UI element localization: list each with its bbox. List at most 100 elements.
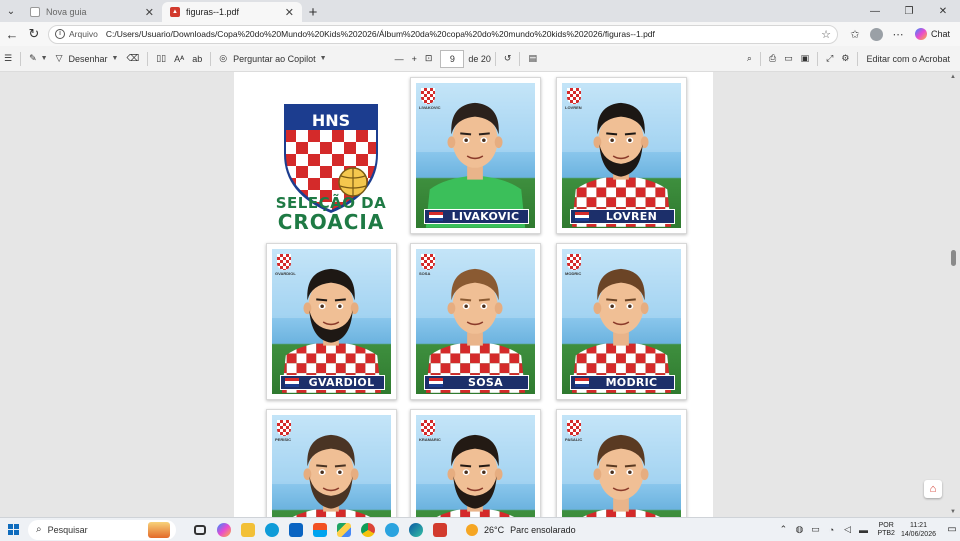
battery-icon[interactable]: ▬ [855,525,871,535]
clock[interactable]: 11:21 14/06/2026 [901,521,936,539]
plus-icon: + [411,53,417,64]
acrobat-icon[interactable]: ⌂ [924,480,942,498]
zoom-out-button[interactable]: — [391,49,408,69]
save-button[interactable]: ▭ [780,49,797,69]
sticker-art: PASALIC [562,415,681,517]
page-number-input[interactable]: 9 [440,49,465,68]
windows-taskbar: ⌕ Pesquisar 26°C Parc ensolarado ⌃ ◍ ▭ ◔… [0,517,960,541]
close-window-icon[interactable]: ✕ [926,0,960,22]
sticker-art: SOSA SOSA [416,249,535,394]
fit-page-icon: ⊡ [424,53,433,63]
page-icon [30,7,40,17]
refresh-button[interactable]: ↻ [24,24,44,44]
edit-acrobat-button[interactable]: Editar com o Acrobat [862,49,954,69]
page-total-label: de 20 [468,53,491,64]
team-title: SELEÇÃO DA CROACIA [264,194,398,232]
highlight-button[interactable]: ✎ ▼ [25,49,51,69]
fullscreen-button[interactable]: ⤢ [822,49,837,69]
pdf-viewer[interactable]: HNS SELEÇÃO DA CROACIA LIVAKOVIC LIVAKOVI… [0,72,960,517]
browser-actions: ✩ ⋯ Chat [844,27,950,41]
telegram-icon[interactable] [380,520,404,540]
clock-date: 14/06/2026 [900,530,936,538]
back-button[interactable]: ← [2,24,22,44]
divider [494,51,496,66]
close-tab-icon[interactable]: ✕ [145,6,154,19]
draw-label: Desenhar [68,53,108,64]
print-button[interactable]: ⎙ [765,49,780,69]
file-explorer-icon[interactable] [236,520,260,540]
pinned-apps [188,520,452,540]
minimize-icon[interactable]: — [858,0,892,22]
url-field[interactable]: i Arquivo C:/Users/Usuario/Downloads/Cop… [48,24,838,44]
close-tab-icon[interactable]: ✕ [285,6,294,19]
ask-copilot-button[interactable]: ◎ Perguntar ao Copilot ▼ [215,49,330,69]
mini-crest-icon [567,254,581,270]
favorites-icon[interactable]: ✩ [844,28,866,41]
window-controls: — ❐ ✕ [858,0,960,22]
chat-icon[interactable]: ◍ [791,524,807,535]
tab-actions-menu-icon[interactable]: ⌄ [0,0,22,22]
read-aloud-button[interactable]: Aᴬ [170,49,188,69]
more-options-icon[interactable]: ⋯ [887,28,909,41]
language-indicator[interactable]: POR PTB2 [877,522,895,538]
save-as-button[interactable]: ▣ [797,49,814,69]
chevron-up-icon[interactable]: ⌃ [775,524,791,535]
search-button[interactable]: ⌕ [743,49,756,69]
croatia-flag-icon [285,378,299,387]
skype-icon[interactable] [260,520,284,540]
croatia-flag-icon [575,378,589,387]
restore-icon[interactable]: ❐ [892,0,926,22]
acrobat-app-icon[interactable] [428,520,452,540]
settings-button[interactable]: ⚙ [837,49,853,69]
search-placeholder: Pesquisar [47,524,88,535]
copilot-icon: ◎ [219,53,228,63]
name-banner: GVARDIOL [280,375,385,390]
scroll-down-icon[interactable]: ▼ [950,509,956,515]
translate-button[interactable]: ab [188,49,206,69]
info-icon[interactable]: i [55,29,65,39]
camera-icon[interactable]: ▭ [807,524,823,535]
drive-icon[interactable] [332,520,356,540]
scrollbar-thumb[interactable] [951,250,956,266]
copilot-chat-button[interactable]: Chat [915,28,950,40]
eraser-button[interactable]: ⌫ [122,49,143,69]
store-icon[interactable] [308,520,332,540]
draw-button[interactable]: ▽ Desenhar ▼ [52,49,123,69]
task-view-icon[interactable] [188,520,212,540]
weather-widget[interactable]: 26°C Parc ensolarado [466,523,576,536]
start-button[interactable] [0,518,26,541]
tab-pdf[interactable]: ▲ figuras--1.pdf ✕ [162,2,302,22]
pdf-icon: ▲ [170,7,180,17]
mini-crest-icon [277,420,291,436]
favorite-star-icon[interactable]: ☆ [821,28,831,41]
page-view-button[interactable]: ▯▯ [152,49,170,69]
weather-temp: 26°C [484,524,505,535]
mini-crest-icon [567,420,581,436]
rotate-button[interactable]: ↺ [500,49,516,69]
player-illustration [416,249,535,393]
speaker-icon[interactable]: ◁ [839,524,855,535]
divider [20,51,22,66]
tab-new-tab[interactable]: Nova guia ✕ [22,2,162,22]
edge-icon[interactable] [404,520,428,540]
taskbar-search[interactable]: ⌕ Pesquisar [28,519,176,540]
chrome-icon[interactable] [356,520,380,540]
outlook-icon[interactable] [284,520,308,540]
scroll-up-icon[interactable]: ▲ [950,74,956,80]
profile-avatar[interactable] [870,27,883,41]
vertical-scrollbar[interactable]: ▲ ▼ [948,72,960,517]
url-text[interactable]: C:/Users/Usuario/Downloads/Copa%20do%20M… [106,29,821,39]
tab-title: Nova guia [46,7,87,17]
two-page-button[interactable]: ▤ [524,49,541,69]
player-name: GVARDIOL [308,376,375,389]
notifications-icon[interactable]: ▭ [944,524,960,535]
network-icon[interactable]: ◔ [823,525,839,535]
fit-page-button[interactable]: ⊡ [421,49,437,69]
divider [147,51,149,66]
contents-button[interactable]: ☰ [0,49,16,69]
zoom-in-button[interactable]: + [408,49,421,69]
copilot-app-icon[interactable] [212,520,236,540]
player-sticker: SOSA SOSA [410,243,541,400]
new-tab-button[interactable]: + [302,2,324,22]
search-icon: ⌕ [36,524,42,535]
